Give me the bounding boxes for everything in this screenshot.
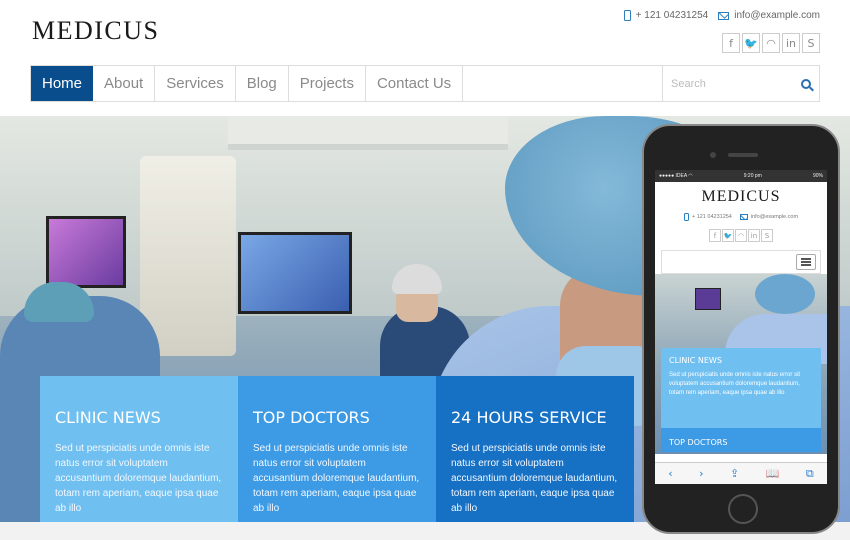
mobile-clinic-news: Clinic News Sed ut perspiciatis unde omn… <box>661 348 821 428</box>
mail-icon <box>739 214 748 220</box>
mail-icon <box>718 11 730 20</box>
feature-24-hours-service[interactable]: 24 Hours Service Sed ut perspiciatis und… <box>436 376 634 522</box>
mobile-next-title: Top Doctors <box>669 438 728 447</box>
mobile-news-title: Clinic News <box>669 356 722 365</box>
header-contacts: + 121 04231254 info@example.com <box>623 10 820 21</box>
feature-boxes: Clinic News Sed ut perspiciatis unde omn… <box>40 376 634 522</box>
rss-icon[interactable]: ◠ <box>762 33 780 53</box>
nav-item-projects[interactable]: Projects <box>289 66 366 101</box>
battery-text: 90% <box>812 173 823 179</box>
phone-home-button <box>728 494 758 524</box>
facebook-icon[interactable]: f <box>722 33 740 53</box>
phone-contact: + 121 04231254 <box>623 10 709 21</box>
search-input[interactable]: Search <box>671 78 706 90</box>
microscope <box>140 156 236 356</box>
feature-title: Top Doctors <box>253 408 370 427</box>
feature-title: Clinic News <box>55 408 161 427</box>
mobile-nav <box>661 250 821 274</box>
phone-camera <box>710 152 716 158</box>
phone-status-bar: ●●●●● IDEA ◠ 9:20 pm 90% <box>655 170 827 182</box>
mobile-email: info@example.com <box>739 214 799 220</box>
phone-mockup: ●●●●● IDEA ◠ 9:20 pm 90% MEDICUS + 121 0… <box>642 124 840 534</box>
phone-speaker <box>728 153 758 157</box>
mobile-monitor <box>695 288 721 310</box>
time-text: 9:20 pm <box>743 173 762 179</box>
nav-item-home[interactable]: Home <box>31 66 94 101</box>
linkedin-icon[interactable]: in <box>782 33 800 53</box>
search-icon[interactable] <box>801 78 811 89</box>
feature-clinic-news[interactable]: Clinic News Sed ut perspiciatis unde omn… <box>40 376 238 522</box>
mobile-phone: + 121 04231254 <box>683 213 732 221</box>
mobile-browser-toolbar: ‹ › ⇪ 📖 ⧉ <box>655 462 827 484</box>
surgical-lamp <box>228 116 508 150</box>
phone-icon <box>623 10 631 21</box>
monitor-left <box>46 216 126 288</box>
twitter-icon[interactable]: 🐦 <box>742 33 760 53</box>
mobile-top-doctors: Top Doctors <box>661 428 821 452</box>
skype-icon: S <box>761 229 773 242</box>
mobile-news-body: Sed ut perspiciatis unde omnis iste natu… <box>669 372 801 396</box>
back-icon: ‹ <box>668 467 673 480</box>
feature-body: Sed ut perspiciatis unde omnis iste natu… <box>451 443 618 514</box>
facebook-icon: f <box>709 229 721 242</box>
twitter-icon: 🐦 <box>722 229 734 242</box>
mobile-hero: Clinic News Sed ut perspiciatis unde omn… <box>655 274 827 454</box>
phone-screen: ●●●●● IDEA ◠ 9:20 pm 90% MEDICUS + 121 0… <box>655 170 827 484</box>
nav-item-contact-us[interactable]: Contact Us <box>366 66 464 101</box>
email-contact[interactable]: info@example.com <box>718 10 820 21</box>
feature-top-doctors[interactable]: Top Doctors Sed ut perspiciatis unde omn… <box>238 376 436 522</box>
forward-icon: › <box>699 467 704 480</box>
phone-text: + 121 04231254 <box>635 10 709 21</box>
bookmarks-icon: 📖 <box>765 467 780 480</box>
nav-item-blog[interactable]: Blog <box>236 66 289 101</box>
carrier-text: ●●●●● IDEA ◠ <box>659 173 693 179</box>
share-icon: ⇪ <box>729 467 740 480</box>
search-box[interactable]: Search <box>662 66 819 101</box>
tabs-icon: ⧉ <box>805 466 814 480</box>
phone-icon <box>683 213 689 221</box>
mobile-social: f 🐦 ◠ in S <box>655 229 827 242</box>
feature-title: 24 Hours Service <box>451 408 607 427</box>
monitor-right <box>238 232 352 314</box>
page: MEDICUS + 121 04231254 info@example.com … <box>0 0 850 540</box>
site-logo[interactable]: MEDICUS <box>32 16 160 46</box>
email-text[interactable]: info@example.com <box>734 10 820 21</box>
mobile-phone-text: + 121 04231254 <box>691 214 732 220</box>
mobile-email-text: info@example.com <box>750 214 799 220</box>
main-nav: Home About Services Blog Projects Contac… <box>30 65 820 102</box>
nav-item-about[interactable]: About <box>93 66 156 101</box>
social-links: f 🐦 ◠ in S <box>722 33 820 53</box>
nav-item-services[interactable]: Services <box>155 66 236 101</box>
linkedin-icon: in <box>748 229 760 242</box>
mobile-cap <box>755 274 815 314</box>
rss-icon: ◠ <box>735 229 747 242</box>
feature-body: Sed ut perspiciatis unde omnis iste natu… <box>55 443 222 514</box>
mobile-logo: MEDICUS <box>701 188 781 205</box>
hamburger-icon <box>796 254 816 270</box>
skype-icon[interactable]: S <box>802 33 820 53</box>
mobile-contacts: + 121 04231254 info@example.com <box>655 213 827 221</box>
feature-body: Sed ut perspiciatis unde omnis iste natu… <box>253 443 420 514</box>
